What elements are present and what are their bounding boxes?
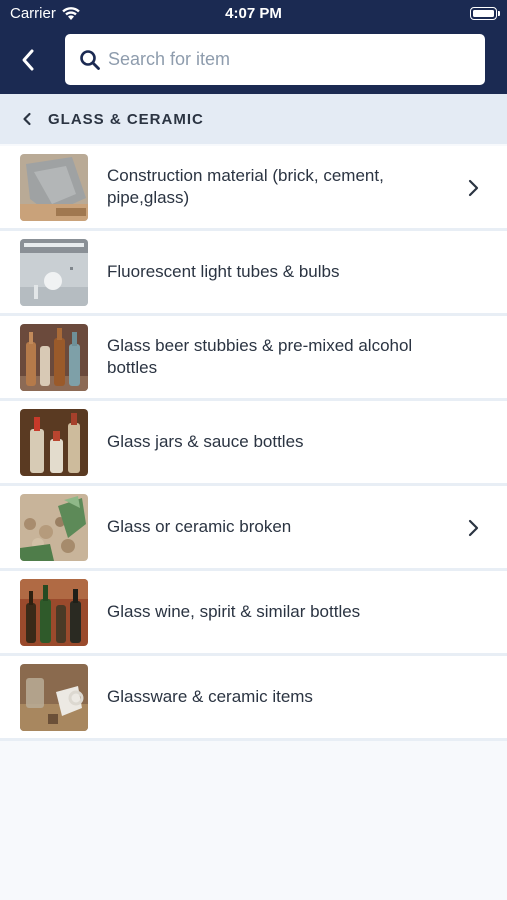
battery-icon (470, 7, 500, 20)
category-title: GLASS & CERAMIC (48, 111, 204, 128)
bulbs-thumbnail (20, 239, 88, 306)
search-input[interactable] (108, 34, 468, 85)
list-item[interactable]: Fluorescent light tubes & bulbs (0, 231, 507, 316)
item-label: Fluorescent light tubes & bulbs (107, 262, 340, 281)
search-icon (80, 50, 100, 70)
back-button[interactable] (12, 44, 44, 76)
item-label: Glass wine, spirit & similar bottles (107, 602, 361, 621)
clock: 4:07 PM (225, 5, 282, 22)
chevron-left-icon (22, 49, 34, 71)
item-label: Construction material (brick, cement, pi… (107, 166, 384, 207)
chevron-right-icon (468, 179, 479, 197)
navigation-bar: Carrier 4:07 PM (0, 0, 507, 94)
search-bar[interactable] (65, 34, 485, 85)
item-label: Glass or ceramic broken (107, 517, 292, 536)
status-bar: Carrier 4:07 PM (0, 0, 507, 28)
brick-thumbnail (20, 154, 88, 221)
wine-bottles-thumbnail (20, 579, 88, 646)
glassware-thumbnail (20, 664, 88, 731)
item-list: Construction material (brick, cement, pi… (0, 146, 507, 741)
breadcrumb[interactable]: GLASS & CERAMIC (0, 94, 507, 144)
chevron-right-icon (468, 519, 479, 537)
list-item[interactable]: Glass beer stubbies & pre-mixed alcohol … (0, 316, 507, 401)
list-item[interactable]: Glass or ceramic broken (0, 486, 507, 571)
chevron-left-icon (23, 112, 31, 126)
list-item[interactable]: Glass wine, spirit & similar bottles (0, 571, 507, 656)
list-item[interactable]: Construction material (brick, cement, pi… (0, 146, 507, 231)
item-label: Glassware & ceramic items (107, 687, 313, 706)
item-label: Glass beer stubbies & pre-mixed alcohol … (107, 336, 413, 377)
item-label: Glass jars & sauce bottles (107, 432, 304, 451)
broken-glass-thumbnail (20, 494, 88, 561)
jars-thumbnail (20, 409, 88, 476)
list-item[interactable]: Glass jars & sauce bottles (0, 401, 507, 486)
list-item[interactable]: Glassware & ceramic items (0, 656, 507, 741)
beer-bottles-thumbnail (20, 324, 88, 391)
